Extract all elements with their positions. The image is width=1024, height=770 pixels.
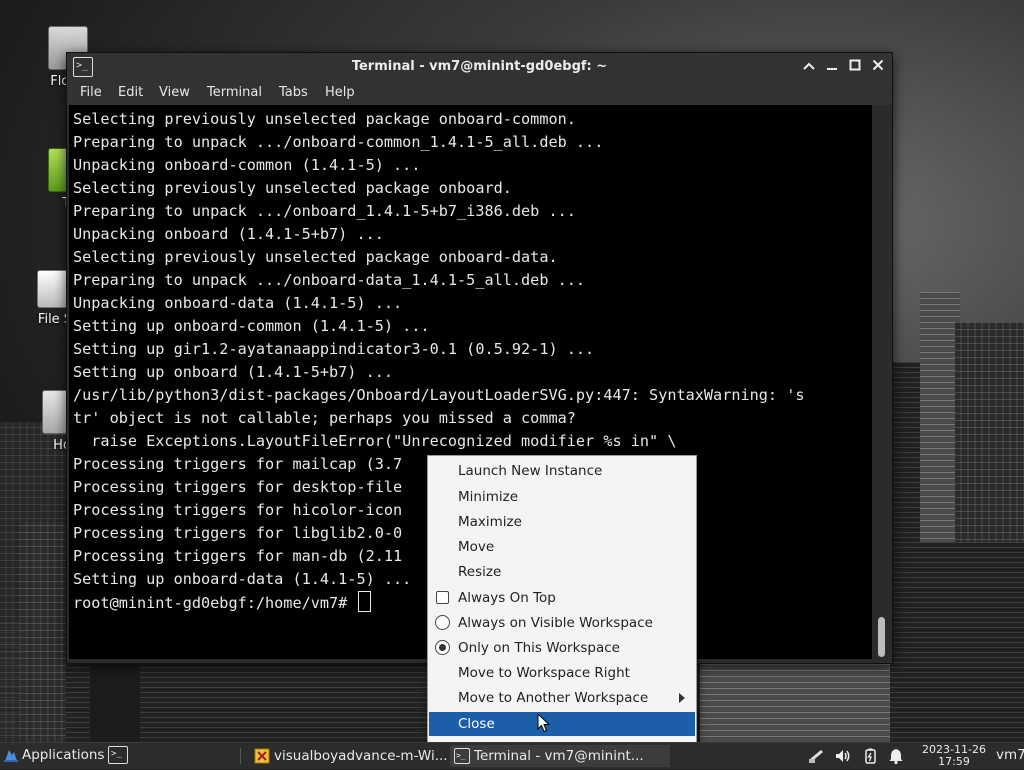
clock-time: 17:59 [938,755,970,768]
terminal-cursor [358,591,372,612]
mouse-pointer-icon [537,713,551,733]
vba-icon [254,748,270,764]
window-titlebar[interactable]: >_ Terminal - vm7@minint-gd0ebgf: ~ [67,53,892,81]
menu-edit[interactable]: Edit [118,85,143,100]
terminal-line: Processing triggers for mailcap (3.7 [73,455,403,473]
chevron-up-icon [803,62,815,70]
terminal-line: Unpacking onboard-common (1.4.1-5) ... [73,156,421,174]
terminal-line: Processing triggers for libglib2.0-0 [73,524,403,542]
terminal-line: Setting up onboard (1.4.1-5+b7) ... [73,363,394,381]
terminal-line: Processing triggers for man-db (2.11 [73,547,403,565]
skyline-building [0,422,66,742]
launcher-terminal-button[interactable]: >_ [105,743,131,769]
terminal-line: Selecting previously unselected package … [73,179,512,197]
menu-file[interactable]: File [80,85,102,100]
maximize-icon [849,59,861,71]
menu-bar: File Edit View Terminal Tabs Help [67,81,892,105]
terminal-line: /usr/lib/python3/dist-packages/Onboard/L… [73,386,805,404]
menu-item-always-on-top[interactable]: Always On Top [429,586,695,610]
applications-icon [4,750,18,762]
menu-tabs[interactable]: Tabs [279,85,308,100]
terminal-line: Unpacking onboard-data (1.4.1-5) ... [73,294,403,312]
notification-bell-icon[interactable] [887,747,905,765]
minimize-icon [827,68,837,70]
terminal-line: Setting up onboard-data (1.4.1-5) ... [73,570,412,588]
terminal-scrollbar[interactable] [873,105,890,659]
taskbar: Applications >_ visualboyadvance-m-Wi...… [0,742,1024,769]
submenu-arrow-icon [679,693,685,703]
shade-button[interactable] [799,57,819,77]
terminal-prompt-line: root@minint-gd0ebgf:/home/vm7# [73,591,372,614]
battery-icon[interactable] [861,747,879,765]
menu-item-launch-new-instance[interactable]: Launch New Instance [429,459,695,483]
taskbar-separator [240,748,241,764]
terminal-line: Unpacking onboard (1.4.1-5+b7) ... [73,225,384,243]
task-visualboyadvance[interactable]: visualboyadvance-m-Wi... [250,745,468,767]
menu-item-move[interactable]: Move [429,535,695,559]
minimize-button[interactable] [822,57,842,77]
menu-item-close[interactable]: Close [429,712,695,736]
network-icon[interactable] [807,747,825,765]
window-title: Terminal - vm7@minint-gd0ebgf: ~ [351,59,608,74]
terminal-line: raise Exceptions.LayoutFileError("Unreco… [73,432,677,450]
terminal-line: Selecting previously unselected package … [73,248,558,266]
terminal-icon: >_ [454,748,470,764]
menu-item-maximize[interactable]: Maximize [429,510,695,534]
terminal-line: Preparing to unpack .../onboard-common_1… [73,133,604,151]
task-terminal[interactable]: >_ Terminal - vm7@minint... [450,745,670,767]
user-menu-button[interactable]: vm7 [996,743,1024,769]
menu-help[interactable]: Help [325,85,355,100]
terminal-line: Preparing to unpack .../onboard_1.4.1-5+… [73,202,576,220]
close-button[interactable] [868,57,888,77]
menu-item-only-on-this-workspace[interactable]: Only on This Workspace [429,636,695,660]
terminal-line: Setting up onboard-common (1.4.1-5) ... [73,317,430,335]
menu-terminal[interactable]: Terminal [207,85,262,100]
radio-icon[interactable] [435,615,450,630]
menu-item-resize[interactable]: Resize [429,560,695,584]
terminal-line: Processing triggers for desktop-file [73,478,403,496]
terminal-icon: >_ [108,746,128,764]
skyline-building [140,662,460,742]
menu-view[interactable]: View [159,85,190,100]
scrollbar-thumb[interactable] [878,617,885,657]
volume-icon[interactable] [834,747,852,765]
terminal-line: Selecting previously unselected package … [73,110,576,128]
close-icon [872,59,884,71]
clock[interactable]: 2023-11-26 17:59 [914,744,994,768]
menu-item-move-to-another-workspace[interactable]: Move to Another Workspace [429,686,695,710]
terminal-line: Processing triggers for hicolor-icon [73,501,403,519]
skyline-building [895,542,1024,742]
window-context-menu: Launch New Instance Minimize Maximize Mo… [427,455,697,743]
skyline-building [700,652,890,742]
menu-item-minimize[interactable]: Minimize [429,485,695,509]
terminal-line: Setting up gir1.2-ayatanaappindicator3-0… [73,340,595,358]
radio-selected-icon[interactable] [435,640,450,655]
terminal-prompt: root@minint-gd0ebgf:/home/vm7# [73,594,357,612]
terminal-line: Preparing to unpack .../onboard-data_1.4… [73,271,586,289]
menu-item-move-to-workspace-right[interactable]: Move to Workspace Right [429,661,695,685]
terminal-line: tr' object is not callable; perhaps you … [73,409,576,427]
menu-item-always-on-visible-workspace[interactable]: Always on Visible Workspace [429,611,695,635]
applications-menu-button[interactable]: Applications [2,743,104,769]
checkbox-icon[interactable] [436,591,449,604]
maximize-button[interactable] [845,57,865,77]
